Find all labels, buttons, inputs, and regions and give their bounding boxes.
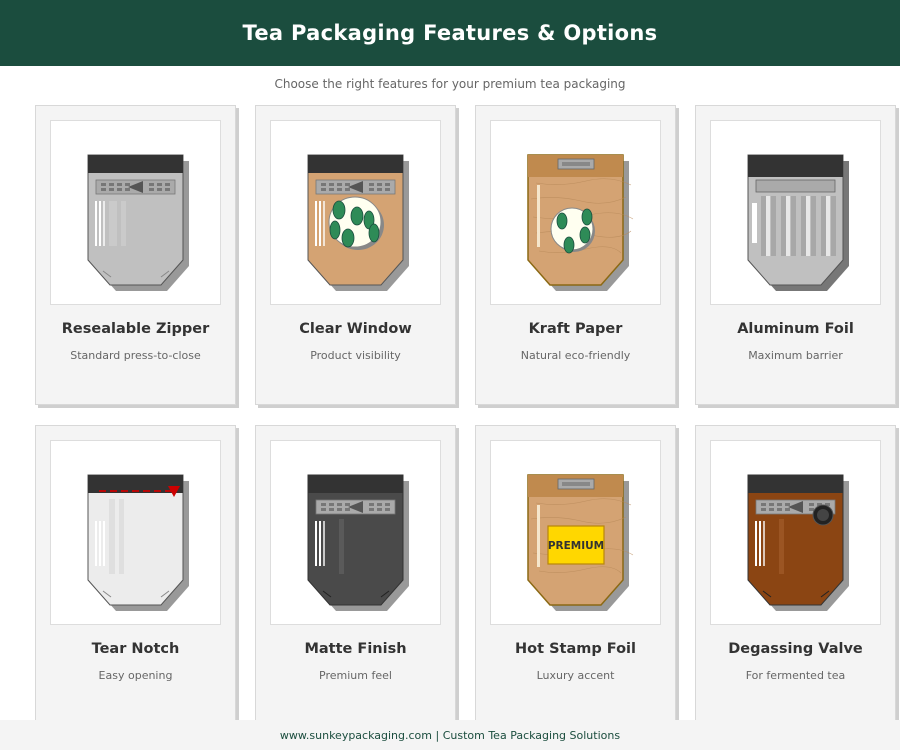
feature-card-clear-window[interactable]: Clear Window Product visibility xyxy=(255,105,456,405)
feature-title: Matte Finish xyxy=(304,641,407,657)
pouch-illustration-frame xyxy=(50,440,221,625)
feature-card-aluminum-foil[interactable]: Aluminum Foil Maximum barrier xyxy=(695,105,896,405)
foil-pouch-image xyxy=(747,154,849,291)
feature-description: Maximum barrier xyxy=(748,349,843,362)
window-pouch-image xyxy=(307,154,409,291)
feature-title: Clear Window xyxy=(299,321,412,337)
tear-notch-pouch-image xyxy=(87,474,189,611)
pouch-illustration-frame xyxy=(270,440,441,625)
page-title: Tea Packaging Features & Options xyxy=(242,21,658,45)
feature-card-hot-stamp-foil[interactable]: PREMIUM Hot Stamp Foil Luxury accent xyxy=(475,425,676,725)
page-header: Tea Packaging Features & Options xyxy=(0,0,900,66)
feature-description: Luxury accent xyxy=(536,669,615,682)
pouch-illustration-frame xyxy=(490,120,661,305)
zipper-pouch-image xyxy=(87,154,189,291)
pouch-illustration-frame xyxy=(50,120,221,305)
feature-card-kraft-paper[interactable]: Kraft Paper Natural eco-friendly xyxy=(475,105,676,405)
feature-description: Standard press-to-close xyxy=(70,349,201,362)
valve-pouch-image xyxy=(747,474,849,611)
feature-description: Natural eco-friendly xyxy=(520,349,631,362)
feature-card-matte-finish[interactable]: Matte Finish Premium feel xyxy=(255,425,456,725)
matte-pouch-image xyxy=(307,474,409,611)
feature-description: Easy opening xyxy=(98,669,173,682)
footer-text: www.sunkeypackaging.com | Custom Tea Pac… xyxy=(279,728,621,742)
pouch-illustration-frame: PREMIUM xyxy=(490,440,661,625)
feature-title: Hot Stamp Foil xyxy=(515,641,636,657)
pouch-illustration-frame xyxy=(270,120,441,305)
page-subtitle: Choose the right features for your premi… xyxy=(274,77,626,91)
feature-card-resealable-zipper[interactable]: Resealable Zipper Standard press-to-clos… xyxy=(35,105,236,405)
kraft-pouch-image xyxy=(527,154,634,291)
pouch-illustration-frame xyxy=(710,440,881,625)
feature-title: Tear Notch xyxy=(91,641,180,657)
feature-title: Aluminum Foil xyxy=(737,321,854,337)
hot-stamp-pouch-image: PREMIUM xyxy=(527,474,634,611)
feature-description: For fermented tea xyxy=(745,669,846,682)
feature-title: Degassing Valve xyxy=(728,641,863,657)
feature-card-degassing-valve[interactable]: Degassing Valve For fermented tea xyxy=(695,425,896,725)
feature-description: Premium feel xyxy=(319,669,392,682)
pouch-illustration-frame xyxy=(710,120,881,305)
feature-title: Resealable Zipper xyxy=(61,321,210,337)
feature-card-tear-notch[interactable]: Tear Notch Easy opening xyxy=(35,425,236,725)
stamp-label: PREMIUM xyxy=(548,540,604,552)
feature-description: Product visibility xyxy=(310,349,401,362)
page-footer: www.sunkeypackaging.com | Custom Tea Pac… xyxy=(0,720,900,750)
feature-title: Kraft Paper xyxy=(528,321,623,337)
